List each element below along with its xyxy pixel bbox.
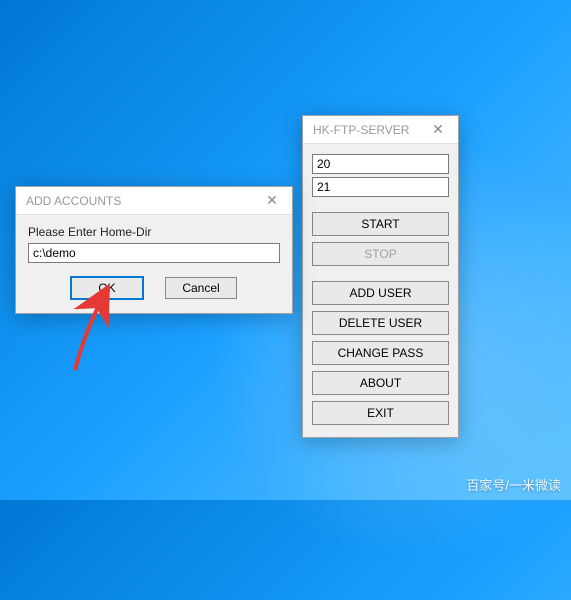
dialog-titlebar[interactable]: ADD ACCOUNTS ✕ xyxy=(16,187,292,215)
about-button[interactable]: ABOUT xyxy=(312,371,449,395)
dialog-button-row: OK Cancel xyxy=(28,277,280,299)
close-icon: ✕ xyxy=(432,121,444,138)
ftp-title: HK-FTP-SERVER xyxy=(313,123,409,137)
change-pass-button[interactable]: CHANGE PASS xyxy=(312,341,449,365)
dialog-close-button[interactable]: ✕ xyxy=(252,187,292,215)
ftp-server-window: HK-FTP-SERVER ✕ START STOP ADD USER DELE… xyxy=(302,115,459,438)
ok-button[interactable]: OK xyxy=(71,277,143,299)
delete-user-button[interactable]: DELETE USER xyxy=(312,311,449,335)
ftp-body: START STOP ADD USER DELETE USER CHANGE P… xyxy=(303,144,458,437)
cancel-button[interactable]: Cancel xyxy=(165,277,237,299)
add-accounts-dialog: ADD ACCOUNTS ✕ Please Enter Home-Dir OK … xyxy=(15,186,293,314)
home-dir-label: Please Enter Home-Dir xyxy=(28,225,280,239)
start-button[interactable]: START xyxy=(312,212,449,236)
stop-button: STOP xyxy=(312,242,449,266)
ftp-close-button[interactable]: ✕ xyxy=(418,116,458,144)
port1-input[interactable] xyxy=(312,154,449,174)
add-user-button[interactable]: ADD USER xyxy=(312,281,449,305)
close-icon: ✕ xyxy=(266,192,278,209)
exit-button[interactable]: EXIT xyxy=(312,401,449,425)
ftp-titlebar[interactable]: HK-FTP-SERVER ✕ xyxy=(303,116,458,144)
dialog-body: Please Enter Home-Dir OK Cancel xyxy=(16,215,292,313)
port2-input[interactable] xyxy=(312,177,449,197)
watermark: 百家号/一米微读 xyxy=(466,475,561,494)
home-dir-input[interactable] xyxy=(28,243,280,263)
dialog-title: ADD ACCOUNTS xyxy=(26,194,121,208)
